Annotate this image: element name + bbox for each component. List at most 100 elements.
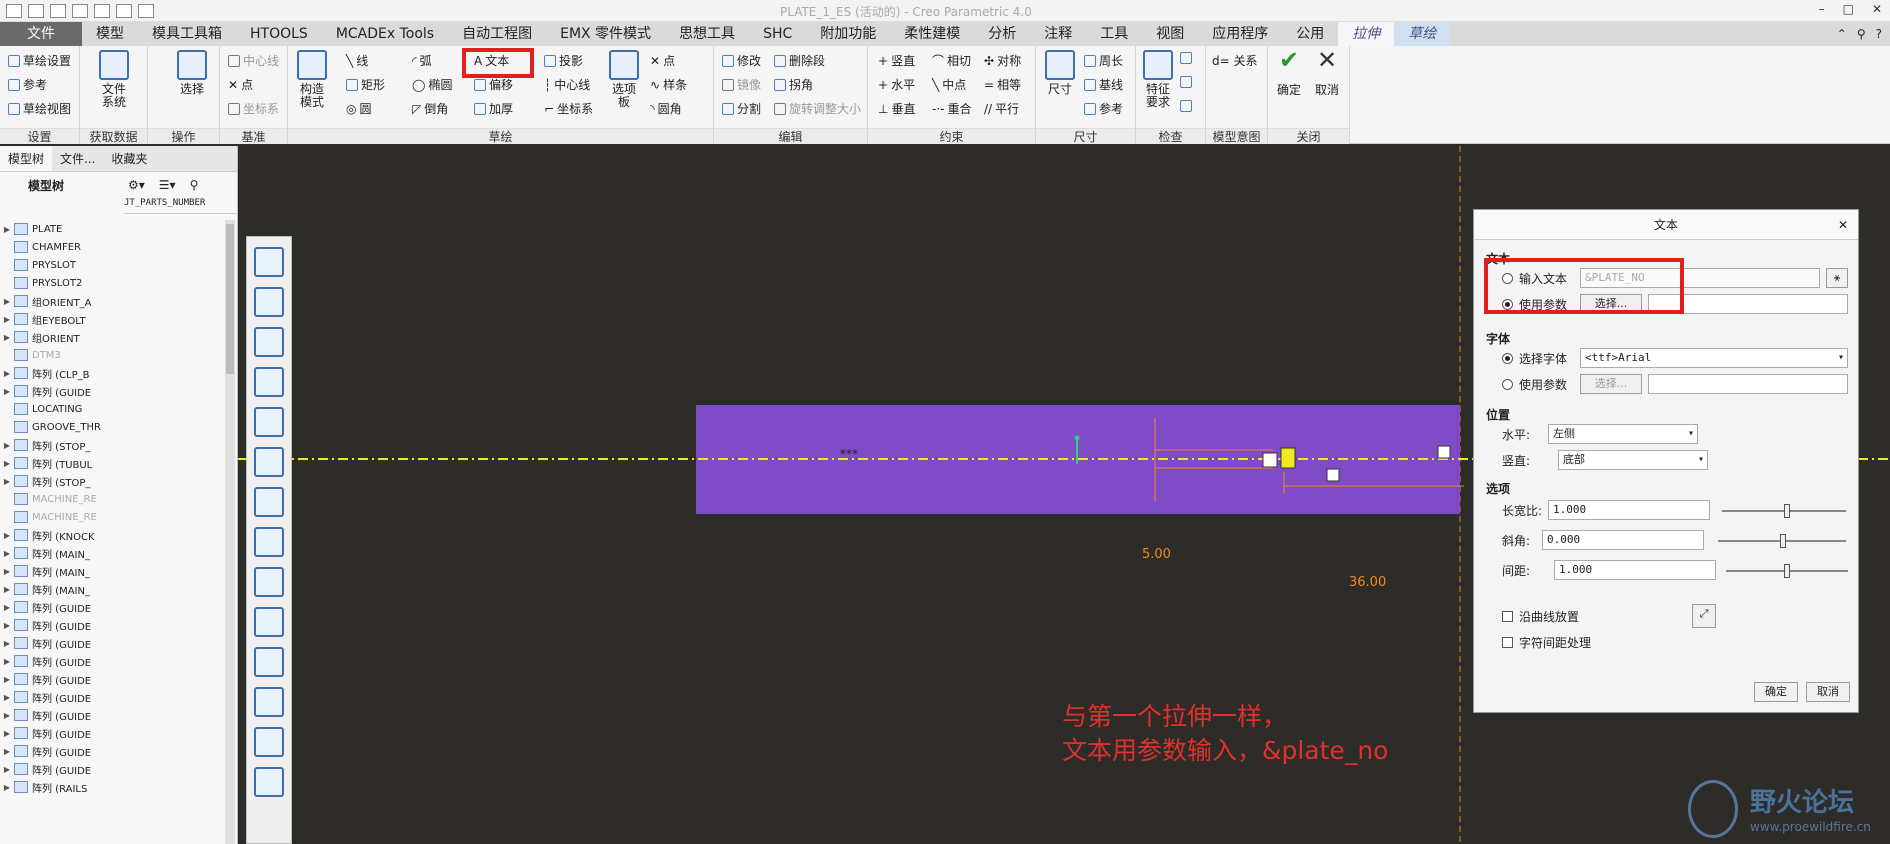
spacing-slider[interactable] bbox=[1726, 564, 1848, 578]
horizontal-select[interactable]: 左侧 bbox=[1548, 424, 1698, 444]
tree-column-header[interactable]: JT_PARTS_NUMBER bbox=[124, 198, 237, 214]
line-button[interactable]: ╲ 线 bbox=[346, 52, 368, 69]
tree-item[interactable]: ▶ 阵列 (CLP_B bbox=[0, 364, 124, 382]
tree-item[interactable]: ▶ 阵列 (KNOCK bbox=[0, 526, 124, 544]
vertical-select[interactable]: 底部 bbox=[1558, 450, 1708, 470]
expand-arrow-icon[interactable]: ▶ bbox=[0, 603, 14, 612]
expand-arrow-icon[interactable]: ▶ bbox=[0, 729, 14, 738]
vertical-constraint-button[interactable]: + 竖直 bbox=[878, 52, 915, 69]
group-label-settings[interactable]: 设置 bbox=[0, 128, 79, 144]
reference-dim-button[interactable]: 参考 bbox=[1084, 100, 1123, 117]
expand-arrow-icon[interactable]: ▶ bbox=[0, 639, 14, 648]
datum-display-icon[interactable] bbox=[254, 447, 284, 477]
view-manager-icon[interactable] bbox=[254, 407, 284, 437]
tab-flexible-modeling[interactable]: 柔性建模 bbox=[890, 22, 974, 46]
expand-arrow-icon[interactable]: ▶ bbox=[0, 711, 14, 720]
expand-arrow-icon[interactable]: ▶ bbox=[0, 675, 14, 684]
datum-point-button[interactable]: ✕ 点 bbox=[228, 76, 253, 93]
tab-think-tools[interactable]: 思想工具 bbox=[665, 22, 749, 46]
sketch-csys-button[interactable]: ⌐ 坐标系 bbox=[544, 100, 593, 117]
expand-arrow-icon[interactable]: ▶ bbox=[0, 747, 14, 756]
close-icon[interactable]: ✕ bbox=[1872, 2, 1882, 16]
tree-item[interactable]: LOCATING bbox=[0, 400, 124, 418]
tree-item[interactable]: ▶ 阵列 (TUBUL bbox=[0, 454, 124, 472]
close-window-icon[interactable] bbox=[138, 3, 154, 18]
tree-item[interactable]: PRYSLOT2 bbox=[0, 274, 124, 292]
spline-button[interactable]: ∿ 样条 bbox=[650, 76, 687, 93]
tab-applications[interactable]: 应用程序 bbox=[1198, 22, 1282, 46]
tangent-constraint-button[interactable]: ⌒ 相切 bbox=[932, 52, 971, 69]
palette-button[interactable]: 选项 板 bbox=[604, 50, 644, 109]
tree-item[interactable]: ▶ 组ORIENT_A bbox=[0, 292, 124, 310]
tab-auto-drawing[interactable]: 自动工程图 bbox=[448, 22, 546, 46]
group-label-dimension[interactable]: 尺寸 bbox=[1036, 128, 1135, 144]
expand-arrow-icon[interactable]: ▶ bbox=[0, 333, 14, 342]
search-icon[interactable]: ⚲ bbox=[1857, 27, 1866, 41]
tree-item[interactable]: ▶ 组EYEBOLT bbox=[0, 310, 124, 328]
mirror-button[interactable]: 镜像 bbox=[722, 76, 761, 93]
sketch-point[interactable] bbox=[1074, 435, 1080, 441]
tree-item[interactable]: MACHINE_RE bbox=[0, 508, 124, 526]
parallel-constraint-button[interactable]: //平行 bbox=[984, 100, 1019, 117]
spacing-input[interactable]: 1.000 bbox=[1554, 560, 1716, 580]
tree-scroll-thumb[interactable] bbox=[226, 224, 234, 374]
dimension-5[interactable]: 5.00 bbox=[1142, 547, 1171, 562]
tab-view[interactable]: 视图 bbox=[1142, 22, 1198, 46]
constraint-symbol[interactable] bbox=[1262, 452, 1278, 468]
midpoint-constraint-button[interactable]: ╲ 中点 bbox=[932, 76, 966, 93]
spacing-knob[interactable] bbox=[1784, 564, 1790, 578]
redo-icon[interactable] bbox=[94, 3, 110, 18]
sketcher-display-icon[interactable] bbox=[254, 767, 284, 797]
dialog-cancel-button[interactable]: 取消 bbox=[1806, 682, 1850, 702]
tree-scrollbar[interactable] bbox=[225, 220, 235, 844]
maximize-icon[interactable]: □ bbox=[1843, 2, 1854, 16]
tree-item[interactable]: MACHINE_RE bbox=[0, 490, 124, 508]
expand-arrow-icon[interactable]: ▶ bbox=[0, 549, 14, 558]
display-style-icon[interactable] bbox=[254, 327, 284, 357]
relations-button[interactable]: d= 关系 bbox=[1212, 52, 1258, 69]
group-label-inspect[interactable]: 检查 bbox=[1136, 128, 1205, 144]
tree-settings-icon[interactable]: ⚙▾ bbox=[128, 178, 145, 192]
dimension-36[interactable]: 36.00 bbox=[1349, 575, 1386, 590]
tree-item[interactable]: ▶ 阵列 (GUIDE bbox=[0, 706, 124, 724]
tree-item[interactable]: CHAMFER bbox=[0, 238, 124, 256]
equal-constraint-button[interactable]: = 相等 bbox=[984, 76, 1021, 93]
slant-knob[interactable] bbox=[1780, 534, 1786, 548]
tree-item[interactable]: ▶ PLATE bbox=[0, 220, 124, 238]
sketch-view-button[interactable]: 草绘视图 bbox=[8, 100, 71, 117]
symmetric-constraint-button[interactable]: ✣ 对称 bbox=[984, 52, 1021, 69]
tab-extrude[interactable]: 拉伸 bbox=[1338, 22, 1395, 46]
offset-button[interactable]: 偏移 bbox=[474, 76, 513, 93]
expand-arrow-icon[interactable]: ▶ bbox=[0, 441, 14, 450]
expand-arrow-icon[interactable]: ▶ bbox=[0, 765, 14, 774]
perpendicular-constraint-button[interactable]: ⊥ 垂直 bbox=[878, 100, 915, 117]
expand-arrow-icon[interactable]: ▶ bbox=[0, 693, 14, 702]
thicken-button[interactable]: 加厚 bbox=[474, 100, 513, 117]
slant-input[interactable]: 0.000 bbox=[1542, 530, 1704, 550]
expand-arrow-icon[interactable]: ▶ bbox=[0, 387, 14, 396]
axis-display-icon[interactable] bbox=[254, 527, 284, 557]
tab-emx[interactable]: EMX 零件模式 bbox=[546, 22, 665, 46]
tab-common[interactable]: 公用 bbox=[1282, 22, 1338, 46]
arc-button[interactable]: ◜ 弧 bbox=[412, 52, 432, 69]
zoom-icon[interactable] bbox=[254, 247, 284, 277]
tree-item[interactable]: ▶ 阵列 (GUIDE bbox=[0, 742, 124, 760]
expand-arrow-icon[interactable]: ▶ bbox=[0, 621, 14, 630]
tree-item[interactable]: ▶ 阵列 (GUIDE bbox=[0, 688, 124, 706]
datum-csys-button[interactable]: 坐标系 bbox=[228, 100, 279, 117]
tree-columns-icon[interactable]: ☰▾ bbox=[159, 178, 176, 192]
aspect-ratio-knob[interactable] bbox=[1784, 504, 1790, 518]
expand-arrow-icon[interactable]: ▶ bbox=[0, 531, 14, 540]
plane-display-icon[interactable] bbox=[254, 487, 284, 517]
font-param-field[interactable] bbox=[1648, 374, 1848, 394]
coincident-constraint-button[interactable]: -·- 重合 bbox=[932, 100, 972, 117]
pin-icon[interactable]: ⌃ bbox=[1837, 27, 1847, 41]
font-param-option[interactable]: 使用参数 bbox=[1502, 376, 1567, 393]
tree-item[interactable]: ▶ 阵列 (GUIDE bbox=[0, 382, 124, 400]
expand-arrow-icon[interactable]: ▶ bbox=[0, 657, 14, 666]
tree-item[interactable]: ▶ 阵列 (STOP_ bbox=[0, 436, 124, 454]
fillet-button[interactable]: ◝ 圆角 bbox=[650, 100, 682, 117]
expand-arrow-icon[interactable]: ▶ bbox=[0, 477, 14, 486]
dimension-button[interactable]: 尺寸 bbox=[1042, 50, 1078, 96]
tab-tools[interactable]: 工具 bbox=[1086, 22, 1142, 46]
